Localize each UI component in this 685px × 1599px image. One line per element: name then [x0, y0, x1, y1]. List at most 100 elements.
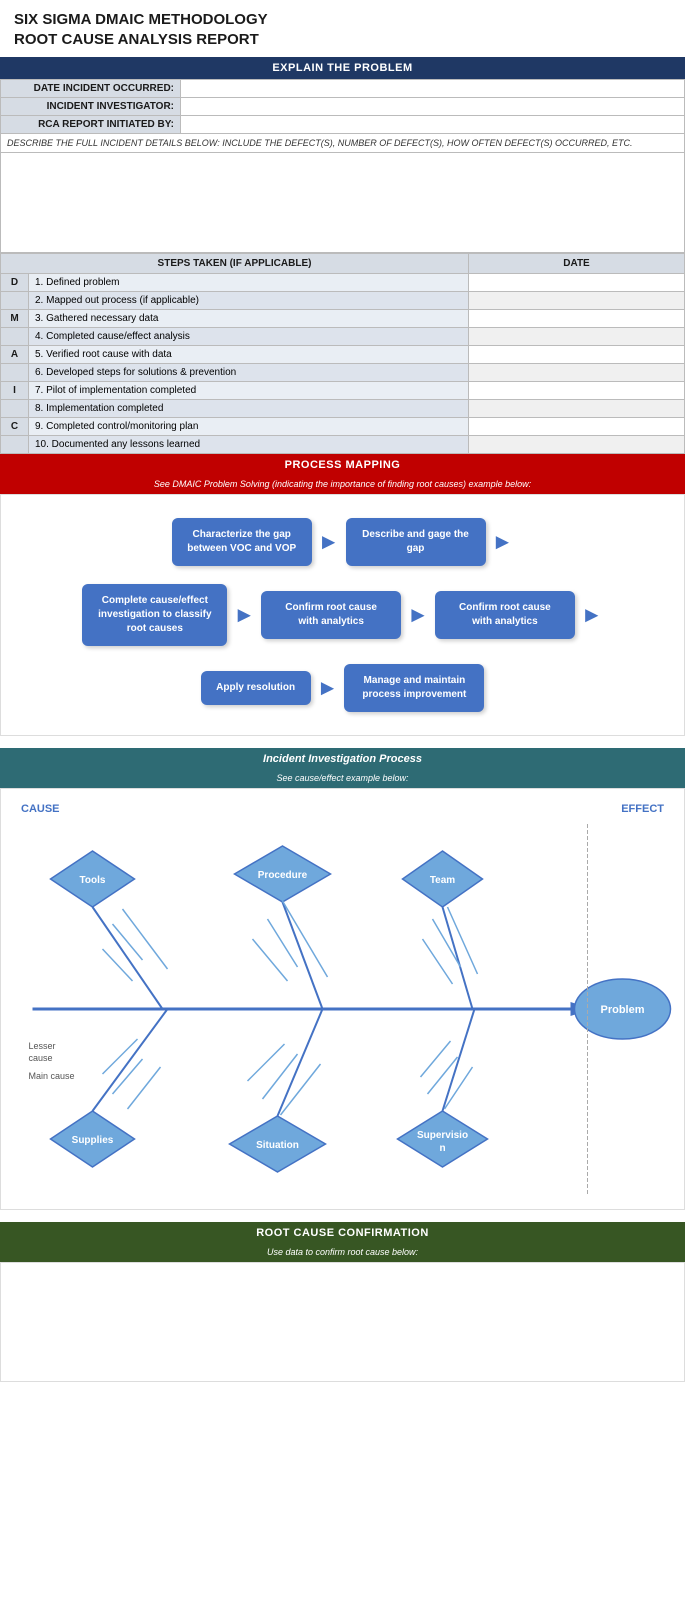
incident-subtext: See cause/effect example below: [0, 770, 685, 788]
root-cause-confirmation-section: ROOT CAUSE CONFIRMATION Use data to conf… [0, 1222, 685, 1382]
process-mapping-header: PROCESS MAPPING [0, 454, 685, 476]
svg-text:Lesser: Lesser [29, 1041, 56, 1051]
incident-details-area[interactable] [1, 153, 685, 253]
description-prompt-row: DESCRIBE THE FULL INCIDENT DETAILS BELOW… [1, 134, 685, 153]
flow-box-confirm2: Confirm root cause with analytics [435, 591, 575, 639]
flow-row-2: Complete cause/effect investigation to c… [11, 584, 674, 646]
flow-box-complete: Complete cause/effect investigation to c… [82, 584, 227, 646]
step-2-date[interactable] [469, 292, 685, 310]
investigator-value[interactable] [181, 98, 685, 116]
steps-header-row: STEPS TAKEN (IF APPLICABLE) DATE [1, 254, 685, 274]
step-row-6: 6. Developed steps for solutions & preve… [1, 364, 685, 382]
spacer-1 [0, 736, 685, 748]
cause-label: CAUSE [21, 803, 544, 815]
flow-arrow-2: ► [492, 529, 514, 555]
fishbone-svg: Problem Tools Procedure [11, 819, 674, 1199]
step-5-date[interactable] [469, 346, 685, 364]
date-row: DATE INCIDENT OCCURRED: [1, 80, 685, 98]
step-row-5: A 5. Verified root cause with data [1, 346, 685, 364]
step-6-date[interactable] [469, 364, 685, 382]
step-4-text: 4. Completed cause/effect analysis [29, 328, 469, 346]
step-10-date[interactable] [469, 436, 685, 454]
flow-box-describe: Describe and gage the gap [346, 518, 486, 566]
main-title-block: SIX SIGMA DMAIC METHODOLOGY ROOT CAUSE A… [0, 0, 685, 57]
steps-col-header: STEPS TAKEN (IF APPLICABLE) [1, 254, 469, 274]
phase-d: D [1, 274, 29, 292]
flow-arrow-1: ► [318, 529, 340, 555]
phase-empty-4 [1, 400, 29, 418]
step-7-date[interactable] [469, 382, 685, 400]
date-value[interactable] [181, 80, 685, 98]
initiated-by-value[interactable] [181, 116, 685, 134]
step-3-date[interactable] [469, 310, 685, 328]
flow-box-apply: Apply resolution [201, 671, 311, 705]
flow-arrow-6: ► [317, 675, 339, 701]
step-row-2: 2. Mapped out process (if applicable) [1, 292, 685, 310]
phase-m: M [1, 310, 29, 328]
svg-text:Supervisio: Supervisio [417, 1130, 468, 1141]
phase-c: C [1, 418, 29, 436]
flow-arrow-3: ► [233, 602, 255, 628]
step-3-text: 3. Gathered necessary data [29, 310, 469, 328]
step-9-date[interactable] [469, 418, 685, 436]
steps-table: STEPS TAKEN (IF APPLICABLE) DATE D 1. De… [0, 253, 685, 454]
problem-form-table: DATE INCIDENT OCCURRED: INCIDENT INVESTI… [0, 79, 685, 253]
title-line1: SIX SIGMA DMAIC METHODOLOGY [14, 10, 671, 30]
rcc-subtext: Use data to confirm root cause below: [0, 1244, 685, 1262]
cause-effect-labels: CAUSE EFFECT [11, 799, 674, 819]
svg-text:Main cause: Main cause [29, 1071, 75, 1081]
fishbone-diagram: Problem Tools Procedure [11, 819, 674, 1199]
phase-empty-3 [1, 364, 29, 382]
explain-problem-section: EXPLAIN THE PROBLEM DATE INCIDENT OCCURR… [0, 57, 685, 253]
step-row-7: I 7. Pilot of implementation completed [1, 382, 685, 400]
phase-empty-1 [1, 292, 29, 310]
flow-row-1: Characterize the gap between VOC and VOP… [11, 518, 674, 566]
step-row-9: C 9. Completed control/monitoring plan [1, 418, 685, 436]
step-row-1: D 1. Defined problem [1, 274, 685, 292]
rcc-content-area [0, 1262, 685, 1382]
process-mapping-section: PROCESS MAPPING See DMAIC Problem Solvin… [0, 454, 685, 736]
svg-text:cause: cause [29, 1053, 53, 1063]
svg-text:n: n [439, 1143, 445, 1154]
svg-text:Procedure: Procedure [258, 870, 308, 881]
rcc-header: ROOT CAUSE CONFIRMATION [0, 1222, 685, 1244]
steps-taken-section: STEPS TAKEN (IF APPLICABLE) DATE D 1. De… [0, 253, 685, 454]
incident-header: Incident Investigation Process [0, 748, 685, 770]
step-row-10: 10. Documented any lessons learned [1, 436, 685, 454]
phase-empty-2 [1, 328, 29, 346]
svg-text:Team: Team [430, 875, 455, 886]
step-4-date[interactable] [469, 328, 685, 346]
flow-box-confirm1: Confirm root cause with analytics [261, 591, 401, 639]
effect-label: EFFECT [544, 803, 664, 815]
step-row-8: 8. Implementation completed [1, 400, 685, 418]
step-row-3: M 3. Gathered necessary data [1, 310, 685, 328]
date-col-header: DATE [469, 254, 685, 274]
process-mapping-subtext: See DMAIC Problem Solving (indicating th… [0, 476, 685, 494]
svg-text:Supplies: Supplies [72, 1135, 114, 1146]
step-6-text: 6. Developed steps for solutions & preve… [29, 364, 469, 382]
incident-investigation-section: Incident Investigation Process See cause… [0, 748, 685, 1210]
step-7-text: 7. Pilot of implementation completed [29, 382, 469, 400]
step-2-text: 2. Mapped out process (if applicable) [29, 292, 469, 310]
step-5-text: 5. Verified root cause with data [29, 346, 469, 364]
description-prompt: DESCRIBE THE FULL INCIDENT DETAILS BELOW… [1, 134, 685, 153]
step-8-date[interactable] [469, 400, 685, 418]
investigator-row: INCIDENT INVESTIGATOR: [1, 98, 685, 116]
svg-text:Tools: Tools [80, 875, 106, 886]
phase-empty-5 [1, 436, 29, 454]
step-10-text: 10. Documented any lessons learned [29, 436, 469, 454]
initiated-by-row: RCA REPORT INITIATED BY: [1, 116, 685, 134]
text-area-row [1, 153, 685, 253]
step-8-text: 8. Implementation completed [29, 400, 469, 418]
phase-i: I [1, 382, 29, 400]
flow-box-characterize: Characterize the gap between VOC and VOP [172, 518, 312, 566]
step-9-text: 9. Completed control/monitoring plan [29, 418, 469, 436]
step-row-4: 4. Completed cause/effect analysis [1, 328, 685, 346]
date-label: DATE INCIDENT OCCURRED: [1, 80, 181, 98]
flow-arrow-5: ► [581, 602, 603, 628]
svg-text:Problem: Problem [600, 1004, 644, 1016]
flow-row-3: Apply resolution ► Manage and maintain p… [11, 664, 674, 712]
step-1-date[interactable] [469, 274, 685, 292]
explain-problem-header: EXPLAIN THE PROBLEM [0, 57, 685, 79]
svg-text:Situation: Situation [256, 1140, 299, 1151]
